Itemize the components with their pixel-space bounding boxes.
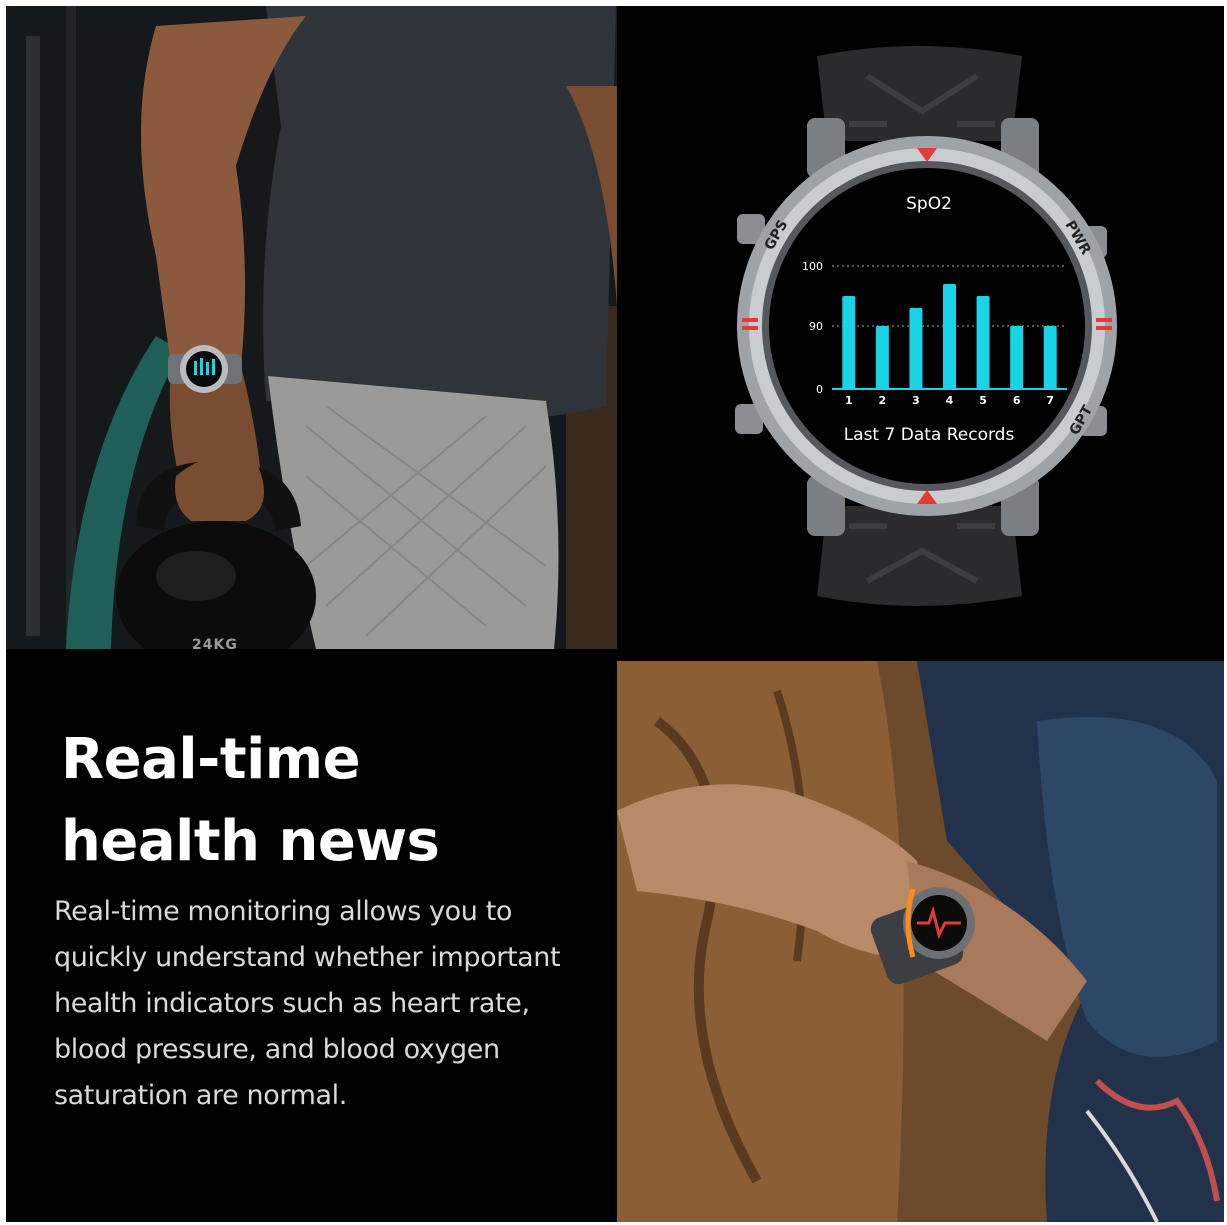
y-tick-label-90: 90 [809, 320, 823, 333]
spo2-bar-2 [875, 326, 889, 389]
feature-description: Real-time monitoring allows you to quick… [54, 889, 614, 1119]
x-tick-label-6: 6 [1013, 394, 1021, 407]
climbing-illustration [617, 661, 1224, 1222]
description-line-2: quickly understand whether important [54, 942, 561, 973]
watch-product-panel: GPS PWR GPT SpO2 Last 7 Data Records 100… [617, 6, 1224, 649]
headline-line-2: health news [61, 809, 440, 874]
kettlebell-label: 24KG [192, 637, 238, 649]
feature-headline: Real-time health news [61, 719, 440, 883]
feature-text-panel: Real-time health news Real-time monitori… [6, 649, 617, 1222]
chart-subtitle: Last 7 Data Records [844, 425, 1015, 445]
spo2-bar-1 [842, 296, 856, 389]
x-tick-label-7: 7 [1046, 394, 1054, 407]
spo2-bar-3 [909, 308, 923, 389]
chart-title: SpO2 [906, 194, 952, 214]
spo2-bar-4 [943, 284, 956, 389]
climbing-photo [617, 661, 1224, 1222]
spo2-bar-7 [1043, 326, 1057, 389]
description-line-1: Real-time monitoring allows you to [54, 896, 513, 927]
description-line-5: saturation are normal. [54, 1080, 347, 1111]
headline-line-1: Real-time [61, 727, 361, 792]
y-tick-label-100: 100 [802, 260, 823, 273]
description-line-4: blood pressure, and blood oxygen [54, 1034, 500, 1065]
x-tick-label-3: 3 [912, 394, 920, 407]
product-collage: 24KG GPS PWR GPT SpO2 Last 7 Data Record… [6, 6, 1224, 1222]
watch-strap-bottom [817, 506, 1022, 606]
y-tick-label-0: 0 [816, 383, 823, 396]
x-tick-label-2: 2 [879, 394, 887, 407]
description-line-3: health indicators such as heart rate, [54, 988, 530, 1019]
x-tick-label-1: 1 [845, 394, 853, 407]
gym-photo: 24KG [6, 6, 617, 649]
spo2-bar-5 [976, 296, 990, 389]
x-tick-label-5: 5 [979, 394, 987, 407]
gym-illustration: 24KG [6, 6, 617, 649]
spo2-bar-6 [1010, 326, 1024, 389]
watch-illustration: GPS PWR GPT SpO2 Last 7 Data Records 100… [735, 46, 1117, 606]
x-tick-label-4: 4 [946, 394, 954, 407]
